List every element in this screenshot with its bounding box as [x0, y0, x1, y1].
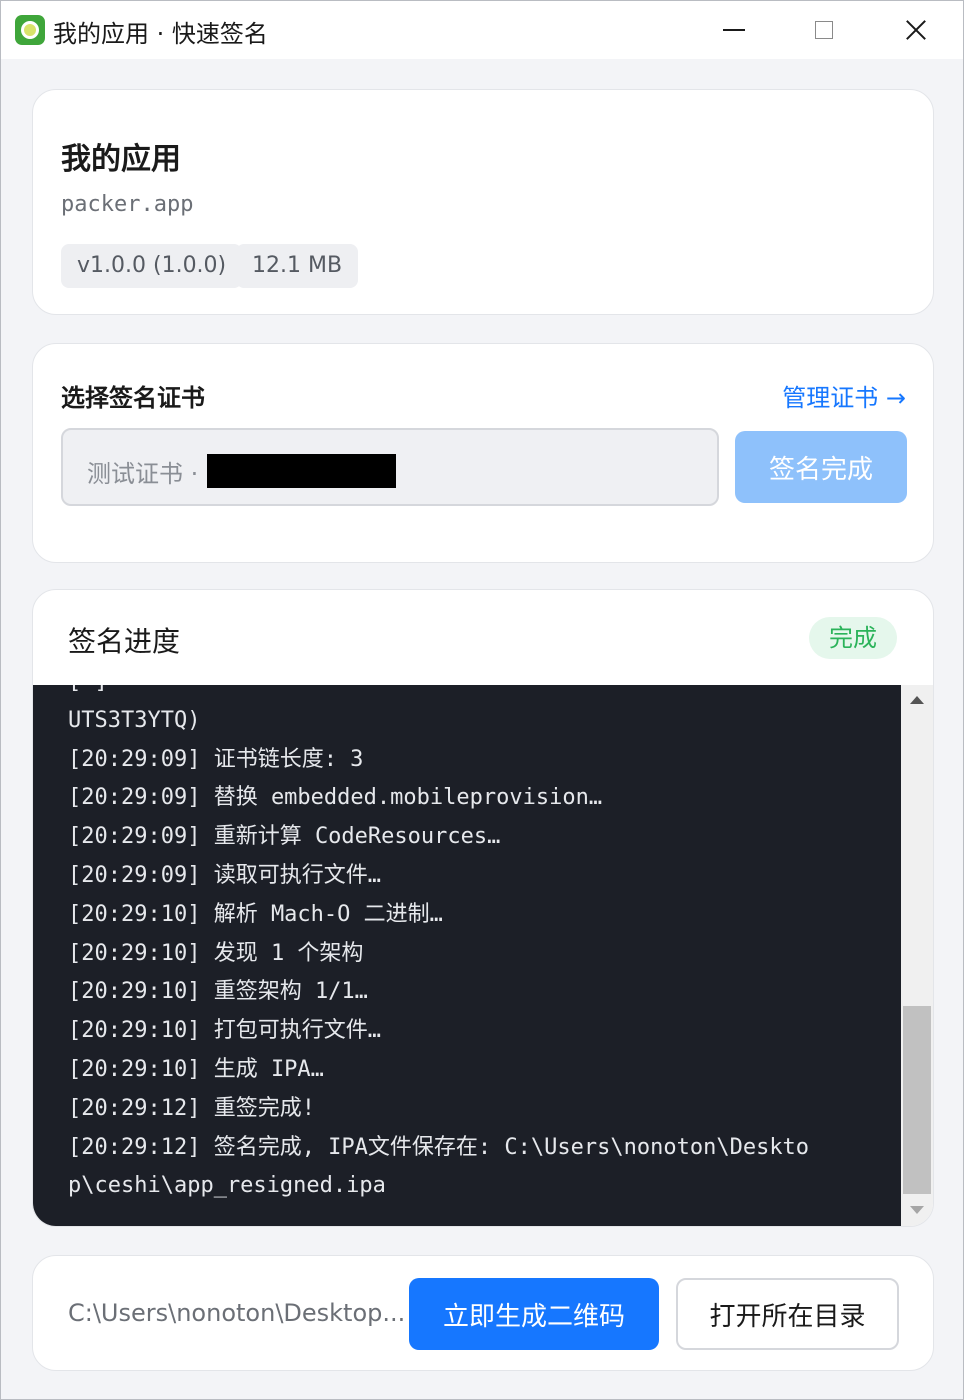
progress-title: 签名进度 [68, 625, 181, 658]
log-line: UTS3T3YTQ) [68, 707, 201, 733]
generate-qr-button[interactable]: 立即生成二维码 [409, 1278, 659, 1350]
scrollbar-thumb[interactable] [903, 1006, 931, 1194]
close-button[interactable] [871, 1, 961, 59]
progress-card: 签名进度 完成 [ ] UTS3T3YTQ) [20:29:09] 证书链长度: … [32, 589, 934, 1227]
certificate-select-value: 测试证书 · [87, 460, 199, 488]
log-line: [20:29:12] 重签完成! [68, 1095, 315, 1121]
version-tag: v1.0.0 (1.0.0) [61, 244, 243, 288]
log-scrollbar[interactable] [901, 685, 933, 1226]
log-line: [20:29:10] 解析 Mach-O 二进制… [68, 901, 443, 927]
scroll-up-arrow-icon[interactable] [910, 696, 924, 704]
certificate-select[interactable]: 测试证书 · [61, 428, 719, 506]
output-path: C:\Users\nonoton\Desktop... [68, 1299, 406, 1327]
log-line: [20:29:09] 重新计算 CodeResources… [68, 824, 501, 850]
log-panel[interactable]: [ ] UTS3T3YTQ) [20:29:09] 证书链长度: 3 [20:29:… [33, 685, 901, 1226]
minimize-button[interactable] [689, 1, 779, 59]
sign-button[interactable]: 签名完成 [735, 431, 907, 503]
maximize-button[interactable] [779, 1, 869, 59]
log-line: [20:29:12] 签名完成, IPA文件保存在: C:\Users\nono… [68, 1134, 810, 1160]
app-window: 我的应用 · 快速签名 我的应用 packer.app v1.0.0 (1.0.… [0, 0, 964, 1400]
kiwi-app-icon [15, 15, 45, 45]
log-line: p\ceshi\app_resigned.ipa [68, 1173, 386, 1199]
log-list: [ ] UTS3T3YTQ) [20:29:09] 证书链长度: 3 [20:29:… [68, 685, 809, 1206]
redacted-certificate-name [207, 454, 396, 488]
maximize-icon [815, 21, 833, 39]
log-line: [20:29:09] 读取可执行文件… [68, 862, 381, 888]
manage-certificates-link[interactable]: 管理证书 → [782, 378, 906, 413]
scroll-down-arrow-icon[interactable] [910, 1206, 924, 1214]
certificate-section-title: 选择签名证书 [61, 384, 205, 412]
output-bar: C:\Users\nonoton\Desktop... 立即生成二维码 打开所在… [32, 1255, 934, 1371]
app-name: 我的应用 [61, 142, 181, 177]
log-line: [20:29:09] 替换 embedded.mobileprovision… [68, 785, 603, 811]
minimize-icon [723, 29, 745, 31]
size-tag: 12.1 MB [236, 244, 359, 288]
log-line: [20:29:10] 打包可执行文件… [68, 1018, 381, 1044]
window-title: 我的应用 · 快速签名 [53, 20, 268, 48]
status-badge: 完成 [809, 617, 897, 659]
app-info-card: 我的应用 packer.app v1.0.0 (1.0.0) 12.1 MB [32, 89, 934, 315]
title-bar[interactable]: 我的应用 · 快速签名 [1, 1, 963, 59]
bundle-id: packer.app [61, 192, 194, 217]
log-line: [20:29:10] 重签架构 1/1… [68, 979, 368, 1005]
log-line: [20:29:09] 证书链长度: 3 [68, 746, 364, 772]
close-icon [905, 19, 927, 41]
open-folder-button[interactable]: 打开所在目录 [676, 1278, 899, 1350]
log-line-partial: [ ] [68, 685, 809, 702]
log-line: [20:29:10] 发现 1 个架构 [68, 940, 364, 966]
certificate-card: 选择签名证书 管理证书 → 测试证书 · 签名完成 [32, 343, 934, 563]
log-line: [20:29:10] 生成 IPA… [68, 1056, 324, 1082]
